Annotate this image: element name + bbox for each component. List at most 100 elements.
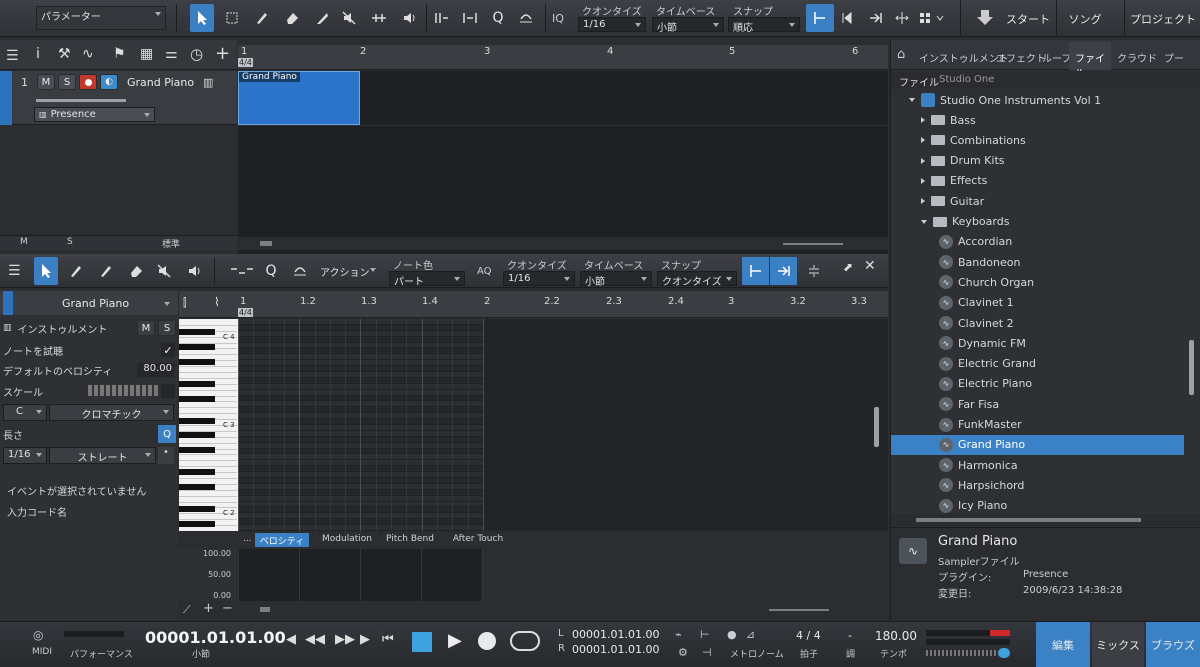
- mixer-icon[interactable]: ⚌: [165, 46, 178, 62]
- editor-pencil-tool[interactable]: [64, 257, 88, 285]
- iq-button[interactable]: IQ: [552, 12, 564, 25]
- length-mode-dropdown[interactable]: ストレート: [49, 447, 156, 464]
- editor-step-button[interactable]: [228, 257, 256, 285]
- tempo-map-icon[interactable]: ⊣: [702, 646, 712, 659]
- preset-item[interactable]: ∿ Harmonica: [891, 455, 1184, 475]
- editor-hscroll-thumb[interactable]: [260, 607, 270, 612]
- action-menu[interactable]: アクション: [316, 263, 380, 279]
- footer-standard[interactable]: 標準: [162, 237, 180, 250]
- arrange-ruler[interactable]: 1 2 3 4 5 6 4/4: [238, 45, 888, 70]
- snap-dropdown[interactable]: 順応: [728, 17, 800, 34]
- lane-tab-after-touch[interactable]: After Touch: [447, 533, 509, 547]
- preset-item[interactable]: ∿ Harpsichord: [891, 475, 1184, 495]
- editor-zoom-button[interactable]: [802, 257, 826, 285]
- stop-button[interactable]: [412, 632, 432, 652]
- velocity-lane[interactable]: [238, 549, 483, 601]
- rewind-icon[interactable]: ◀◀: [305, 632, 325, 647]
- browser-tab-cloud[interactable]: クラウド: [1117, 50, 1157, 65]
- track-record-button[interactable]: [79, 74, 97, 90]
- footer-solo[interactable]: S: [67, 237, 73, 247]
- browser-tab-pool[interactable]: プー: [1164, 50, 1184, 65]
- scale-checkbox[interactable]: [161, 384, 175, 398]
- paint-tool-button[interactable]: [250, 4, 274, 32]
- wrench-icon[interactable]: ⚒: [58, 46, 71, 62]
- editor-vscroll[interactable]: [874, 407, 879, 447]
- lane-tab-modulation[interactable]: Modulation: [312, 533, 382, 547]
- length-value-dropdown[interactable]: 1/16: [3, 447, 47, 464]
- instrument-row[interactable]: ▥ インストゥルメント M S: [3, 318, 176, 338]
- browser-tab-files[interactable]: ファイル: [1069, 42, 1111, 80]
- preset-item[interactable]: ∿ Clavinet 2: [891, 313, 1184, 333]
- editor-zoom-slider[interactable]: [769, 609, 829, 611]
- browser-vscroll[interactable]: [1189, 340, 1194, 395]
- tree-folder[interactable]: Combinations: [891, 130, 1184, 150]
- editor-snap-dropdown[interactable]: クオンタイズ: [657, 271, 737, 288]
- snap-toggle-button[interactable]: [806, 4, 834, 32]
- bend-tool-button[interactable]: [367, 4, 391, 32]
- mute-tool-button[interactable]: [337, 4, 361, 32]
- inspector-solo-button[interactable]: S: [158, 320, 176, 336]
- scale-type-dropdown[interactable]: クロマチック: [49, 404, 174, 421]
- inspector-mute-button[interactable]: M: [137, 320, 155, 336]
- track-monitor-button[interactable]: ◐: [100, 74, 118, 90]
- quantize-dropdown[interactable]: 1/16: [578, 17, 646, 32]
- browser-tab-loops[interactable]: ループ: [1042, 50, 1071, 65]
- loop-right-value[interactable]: 00001.01.01.00: [572, 643, 659, 656]
- preset-item[interactable]: ∿ FunkMaster: [891, 415, 1184, 435]
- preset-item[interactable]: ∿ Electric Grand: [891, 354, 1184, 374]
- editor-ruler[interactable]: 1 1.2 1.3 1.4 2 2.2 2.3 2.4 3 3.2 3.3 4/…: [238, 291, 888, 318]
- volume-bar[interactable]: [36, 99, 126, 102]
- black-key[interactable]: [179, 395, 215, 402]
- rewind-start-icon[interactable]: ◀: [286, 632, 296, 647]
- preset-item[interactable]: ∿ Clavinet 1: [891, 293, 1184, 313]
- black-key[interactable]: [179, 329, 215, 336]
- loop-button[interactable]: [510, 631, 540, 651]
- note-color-dropdown[interactable]: パート: [389, 271, 465, 288]
- piano-keyboard[interactable]: C 4 C 3 C 2: [179, 319, 238, 531]
- black-key[interactable]: [179, 358, 215, 365]
- menu-icon[interactable]: ☰: [6, 48, 19, 64]
- editor-eraser-tool[interactable]: [124, 257, 148, 285]
- range-tool-button[interactable]: [220, 4, 244, 32]
- default-velocity-input[interactable]: 80.00: [137, 363, 175, 377]
- follow-button[interactable]: [864, 4, 888, 32]
- instrument-preset-dropdown[interactable]: ▥ Presence: [34, 107, 155, 122]
- inspector-track-selector[interactable]: Grand Piano: [0, 291, 178, 315]
- preset-item[interactable]: ∿ Accordian: [891, 232, 1184, 252]
- settings-gear-icon[interactable]: ⚙: [678, 646, 688, 659]
- editor-listen-tool[interactable]: [182, 257, 206, 285]
- track-header[interactable]: 1 M S ◐ Grand Piano ▥ ▥ Presence: [0, 71, 237, 125]
- black-key[interactable]: [179, 344, 215, 351]
- add-insert-button[interactable]: [914, 4, 950, 32]
- timebase-dropdown[interactable]: 小節: [652, 17, 724, 34]
- editor-menu-icon[interactable]: ☰: [8, 263, 21, 279]
- editor-arrow-tool[interactable]: [34, 257, 58, 285]
- editor-quantize-button[interactable]: Q: [259, 257, 283, 285]
- preset-item[interactable]: ∿ Grand Piano: [891, 434, 1184, 455]
- tempo-value[interactable]: 180.00: [875, 629, 917, 643]
- start-tab[interactable]: スタート: [1002, 0, 1054, 37]
- black-key[interactable]: [179, 483, 215, 490]
- quantize-settings-button[interactable]: [514, 4, 538, 32]
- footer-mute[interactable]: M: [20, 237, 28, 247]
- black-key[interactable]: [179, 469, 215, 476]
- editor-quantize-settings[interactable]: [288, 257, 312, 285]
- tree-root[interactable]: Studio One Instruments Vol 1: [891, 90, 1184, 110]
- preset-item[interactable]: ∿ Electric Piano: [891, 374, 1184, 394]
- aq-button[interactable]: AQ: [477, 266, 492, 277]
- lane-remove-icon[interactable]: −: [222, 601, 233, 616]
- tap-icon[interactable]: ⊢: [700, 628, 710, 641]
- download-button[interactable]: [972, 4, 998, 32]
- time-signature-value[interactable]: 4 / 4: [796, 629, 821, 642]
- project-tab[interactable]: プロジェクト: [1128, 0, 1198, 37]
- lane-curve-icon[interactable]: ⟋: [183, 603, 191, 617]
- groove-button[interactable]: [458, 4, 482, 32]
- clock-icon[interactable]: ◷: [190, 45, 203, 63]
- lane-add-icon[interactable]: +: [203, 601, 214, 616]
- editor-quantize-dropdown[interactable]: 1/16: [503, 271, 575, 286]
- editor-snap-ruler-icon[interactable]: ⫿: [183, 296, 187, 310]
- loop-left-value[interactable]: 00001.01.01.00: [572, 628, 659, 641]
- master-toggle[interactable]: [998, 648, 1010, 658]
- arrange-zoom-slider[interactable]: [783, 243, 843, 245]
- forward-icon[interactable]: ▶▶: [335, 632, 355, 647]
